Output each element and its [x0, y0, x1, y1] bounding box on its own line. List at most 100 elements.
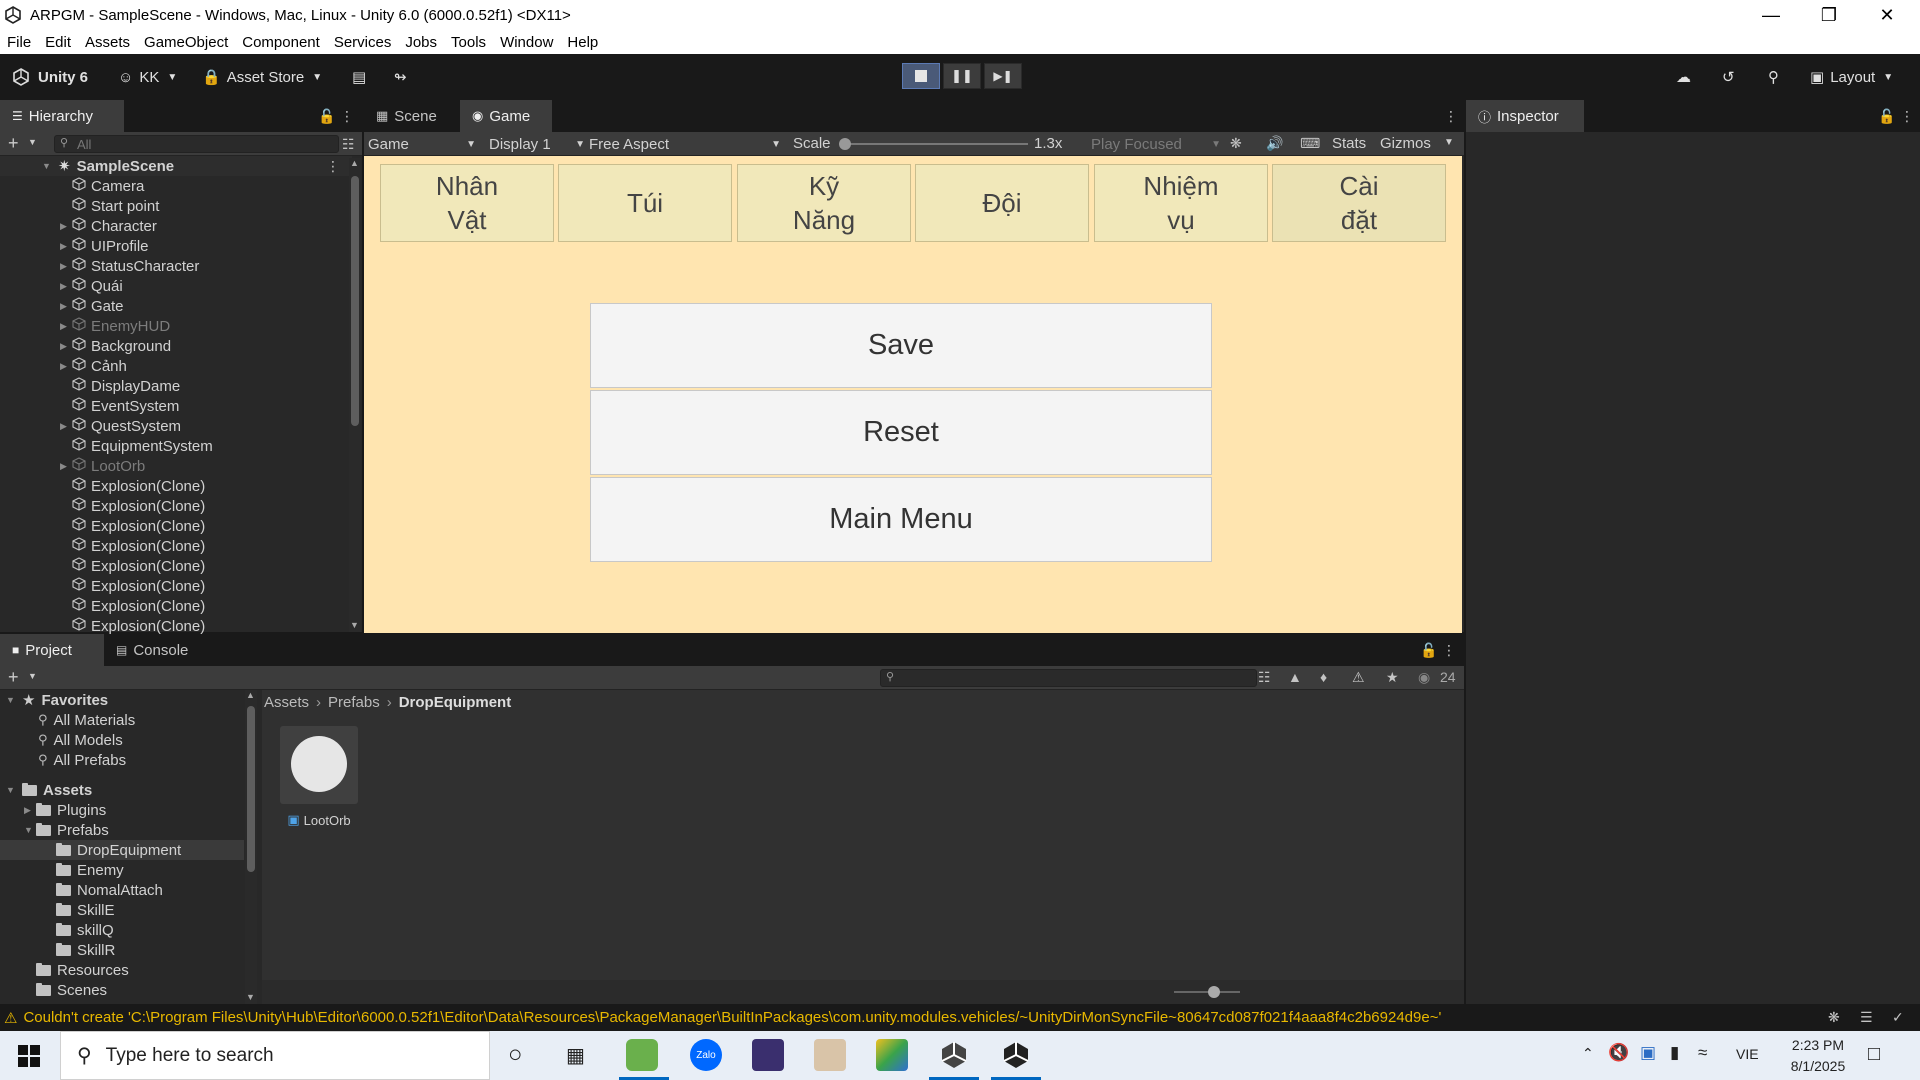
more-options-icon[interactable]: ⋮: [1442, 642, 1456, 659]
hierarchy-item[interactable]: ▶ Cảnh: [0, 356, 127, 376]
scrollbar-thumb[interactable]: [351, 176, 359, 426]
debug-icon[interactable]: ❋: [1828, 1009, 1840, 1026]
bug-icon[interactable]: ❋: [1230, 135, 1242, 152]
favorite-all-materials[interactable]: ⚲ All Materials: [38, 710, 135, 730]
favorite-all-prefabs[interactable]: ⚲ All Prefabs: [38, 750, 126, 770]
chrome-app-icon[interactable]: [626, 1039, 658, 1071]
search-by-type-icon[interactable]: ☷: [1258, 669, 1271, 686]
aspect-select[interactable]: Free Aspect ▼: [589, 134, 781, 154]
gizmos-button[interactable]: Gizmos: [1380, 135, 1431, 152]
layout-dropdown[interactable]: ▣ Layout ▼: [1810, 64, 1893, 90]
lock-icon[interactable]: 🔓: [1420, 642, 1437, 659]
tab-scene[interactable]: ▦ Scene: [364, 100, 460, 132]
menu-window[interactable]: Window: [493, 34, 560, 51]
hierarchy-item[interactable]: DisplayDame: [0, 376, 180, 396]
battery-icon[interactable]: ▮: [1670, 1043, 1679, 1063]
favorites-header[interactable]: ▼ ★ Favorites: [0, 690, 108, 710]
hierarchy-item[interactable]: Explosion(Clone): [0, 576, 205, 596]
chevron-down-icon[interactable]: ▼: [28, 137, 37, 147]
hierarchy-item[interactable]: Explosion(Clone): [0, 536, 205, 556]
asset-folder-item[interactable]: Enemy: [0, 860, 244, 880]
chevron-down-icon[interactable]: ▼: [1444, 137, 1454, 148]
step-button[interactable]: ▶❚: [984, 63, 1022, 89]
anime-app-icon[interactable]: [814, 1039, 846, 1071]
menu-help[interactable]: Help: [560, 34, 605, 51]
asset-folder-item[interactable]: Resources: [0, 960, 244, 980]
breadcrumb-assets[interactable]: Assets: [264, 694, 309, 711]
hidden-eye-icon[interactable]: ◉: [1418, 669, 1430, 686]
scale-slider[interactable]: [839, 138, 1028, 150]
warning-filter-icon[interactable]: ⚠: [1352, 669, 1365, 686]
scrollbar-thumb[interactable]: [247, 706, 255, 872]
clock[interactable]: 2:23 PM 8/1/2025: [1778, 1035, 1858, 1077]
expand-arrow-icon[interactable]: ▶: [60, 461, 72, 472]
expand-arrow-icon[interactable]: ▶: [60, 321, 72, 332]
expand-arrow-icon[interactable]: ▶: [60, 301, 72, 312]
project-search-input[interactable]: ⚲: [880, 669, 1257, 687]
hierarchy-item[interactable]: ▶ Gate: [0, 296, 124, 316]
hierarchy-item[interactable]: ▶ EnemyHUD: [0, 316, 170, 336]
scale-slider-thumb[interactable]: [839, 138, 851, 150]
muted-speaker-icon[interactable]: 🔇: [1608, 1043, 1629, 1063]
hierarchy-item[interactable]: Explosion(Clone): [0, 476, 205, 496]
tab-game[interactable]: ◉ Game: [460, 100, 552, 132]
taskbar-search-box[interactable]: ⚲ Type here to search: [60, 1031, 490, 1080]
asset-folder-item[interactable]: ▼ Prefabs: [0, 820, 244, 840]
lock-icon[interactable]: 🔓: [1878, 108, 1895, 125]
notification-icon[interactable]: □: [1868, 1043, 1880, 1066]
asset-folder-item[interactable]: SkillE: [0, 900, 244, 920]
menu-gameobject[interactable]: GameObject: [137, 34, 235, 51]
restore-icon[interactable]: ❐: [1800, 0, 1858, 30]
package-icon[interactable]: ▤: [352, 64, 366, 90]
asset-folder-item[interactable]: Scenes: [0, 980, 244, 1000]
more-options-icon[interactable]: ⋮: [1444, 108, 1458, 125]
ime-icon[interactable]: ▣: [1640, 1043, 1656, 1063]
hierarchy-item[interactable]: Explosion(Clone): [0, 516, 205, 536]
assets-header[interactable]: ▼ Assets: [0, 780, 92, 800]
hierarchy-item[interactable]: EventSystem: [0, 396, 179, 416]
hierarchy-item[interactable]: Camera: [0, 176, 144, 196]
favorite-star-icon[interactable]: ★: [1386, 669, 1399, 686]
unity-hub-app-icon[interactable]: [938, 1039, 970, 1071]
menu-assets[interactable]: Assets: [78, 34, 137, 51]
breadcrumb-dropequipment[interactable]: DropEquipment: [399, 694, 512, 711]
game-tab-character[interactable]: Nhân Vật: [380, 164, 554, 242]
expand-arrow-icon[interactable]: ▼: [24, 825, 36, 835]
tab-project[interactable]: ■ Project: [0, 634, 104, 666]
menu-edit[interactable]: Edit: [38, 34, 78, 51]
asset-thumbnail[interactable]: [280, 726, 358, 804]
hierarchy-item[interactable]: ▶ UIProfile: [0, 236, 149, 256]
hierarchy-scrollbar[interactable]: ▲ ▼: [349, 158, 361, 632]
more-options-icon[interactable]: ⋮: [340, 108, 354, 125]
add-icon[interactable]: +: [8, 133, 19, 154]
label-filter-icon[interactable]: ♦: [1320, 669, 1327, 685]
scroll-down-icon[interactable]: ▼: [246, 992, 255, 1002]
hierarchy-item[interactable]: ▶ Background: [0, 336, 171, 356]
asset-store-dropdown[interactable]: 🔒 Asset Store ▼: [202, 64, 322, 90]
expand-arrow-icon[interactable]: ▶: [24, 805, 36, 816]
icon-size-slider-thumb[interactable]: [1208, 986, 1220, 998]
layers-icon[interactable]: ☰: [1860, 1009, 1873, 1026]
asset-folder-item[interactable]: DropEquipment: [0, 840, 244, 860]
expand-arrow-icon[interactable]: ▶: [60, 261, 72, 272]
icon-size-slider[interactable]: [1174, 986, 1240, 998]
save-button[interactable]: Save: [590, 303, 1212, 388]
bluestacks-app-icon[interactable]: [876, 1039, 908, 1071]
hierarchy-item[interactable]: ▶ Quái: [0, 276, 123, 296]
hierarchy-search-input[interactable]: ⚲ All: [54, 135, 339, 153]
scroll-down-icon[interactable]: ▼: [350, 620, 359, 630]
windows-start-icon[interactable]: [18, 1045, 40, 1067]
tab-console[interactable]: ▤ Console: [104, 634, 204, 666]
hierarchy-item[interactable]: Explosion(Clone): [0, 596, 205, 616]
scroll-up-icon[interactable]: ▲: [246, 690, 255, 700]
menu-jobs[interactable]: Jobs: [398, 34, 444, 51]
type-filter-icon[interactable]: ▲: [1288, 669, 1302, 685]
stats-button[interactable]: Stats: [1332, 135, 1366, 152]
asset-item-label[interactable]: ▣ LootOrb: [262, 810, 376, 830]
tab-hierarchy[interactable]: ☰ Hierarchy: [0, 100, 124, 132]
hierarchy-item[interactable]: Explosion(Clone): [0, 616, 205, 636]
wifi-icon[interactable]: ≈: [1698, 1043, 1707, 1063]
asset-folder-item[interactable]: skillQ: [0, 920, 244, 940]
expand-arrow-icon[interactable]: ▶: [60, 281, 72, 292]
filter-icon[interactable]: ☷: [342, 136, 355, 153]
